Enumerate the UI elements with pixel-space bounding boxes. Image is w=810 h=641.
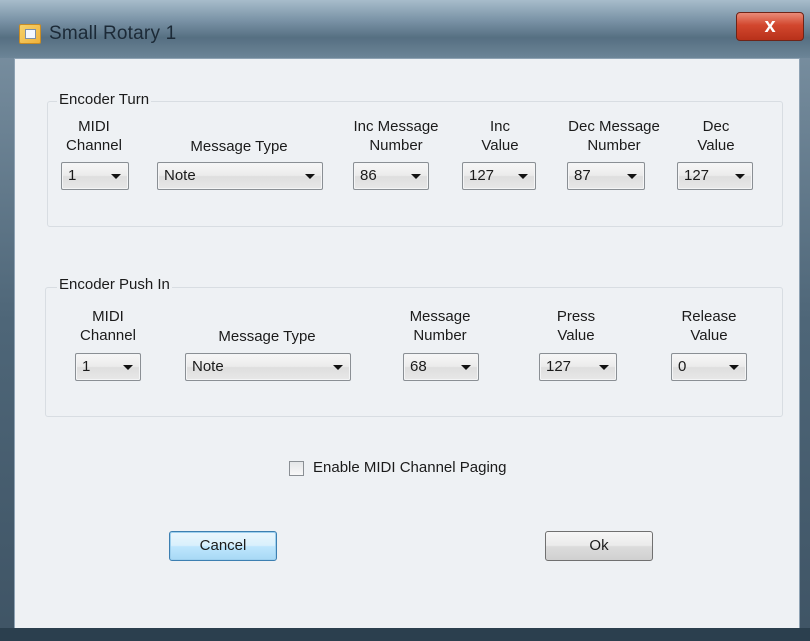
app-icon [19, 24, 41, 44]
chevron-down-icon [735, 174, 745, 179]
close-button[interactable]: x [736, 12, 804, 41]
encoder-turn-inc-value-select[interactable]: 127 [462, 162, 536, 190]
chevron-down-icon [729, 365, 739, 370]
title-bar[interactable]: Small Rotary 1 x [0, 0, 810, 58]
dialog-window: Small Rotary 1 x Encoder Turn MIDI Chann… [0, 0, 810, 641]
encoder-push-midi-channel-select[interactable]: 1 [75, 353, 141, 381]
encoder-turn-dec-value-label: Dec Value [697, 118, 735, 154]
taskbar-strip [0, 628, 810, 641]
encoder-push-message-number-select[interactable]: 68 [403, 353, 479, 381]
encoder-turn-inc-value-label: Inc Value [481, 118, 519, 154]
chevron-down-icon [599, 365, 609, 370]
encoder-push-message-type-label: Message Type [218, 328, 316, 345]
chevron-down-icon [461, 365, 471, 370]
chevron-down-icon [111, 174, 121, 179]
encoder-push-message-type-select[interactable]: Note [185, 353, 351, 381]
chevron-down-icon [123, 365, 133, 370]
encoder-push-group-label: Encoder Push In [57, 276, 172, 293]
cancel-button[interactable]: Cancel [169, 531, 277, 561]
encoder-push-release-value-select[interactable]: 0 [671, 353, 747, 381]
encoder-turn-inc-message-number-label: Inc Message Number [353, 118, 439, 154]
encoder-turn-midi-channel-select[interactable]: 1 [61, 162, 129, 190]
encoder-turn-dec-message-number-select[interactable]: 87 [567, 162, 645, 190]
encoder-push-message-number-label: Message Number [409, 308, 471, 344]
encoder-turn-message-type-label: Message Type [190, 138, 288, 155]
close-icon: x [764, 15, 776, 37]
encoder-push-press-value-label: Press Value [556, 308, 596, 344]
encoder-turn-dec-value-select[interactable]: 127 [677, 162, 753, 190]
dialog-body: Encoder Turn MIDI Channel 1 Message Type… [14, 58, 800, 630]
encoder-turn-inc-message-number-select[interactable]: 86 [353, 162, 429, 190]
encoder-push-release-value-label: Release Value [681, 308, 737, 344]
chevron-down-icon [305, 174, 315, 179]
encoder-push-press-value-select[interactable]: 127 [539, 353, 617, 381]
encoder-turn-message-type-select[interactable]: Note [157, 162, 323, 190]
chevron-down-icon [627, 174, 637, 179]
midi-channel-paging-checkbox[interactable] [289, 461, 304, 476]
chevron-down-icon [411, 174, 421, 179]
window-title: Small Rotary 1 [49, 23, 177, 44]
ok-button[interactable]: Ok [545, 531, 653, 561]
encoder-push-midi-channel-label: MIDI Channel [80, 308, 136, 344]
encoder-turn-dec-message-number-label: Dec Message Number [568, 118, 660, 154]
chevron-down-icon [518, 174, 528, 179]
encoder-turn-group-label: Encoder Turn [57, 91, 152, 108]
midi-channel-paging-label[interactable]: Enable MIDI Channel Paging [313, 459, 506, 476]
encoder-turn-midi-channel-label: MIDI Channel [66, 118, 122, 154]
chevron-down-icon [333, 365, 343, 370]
